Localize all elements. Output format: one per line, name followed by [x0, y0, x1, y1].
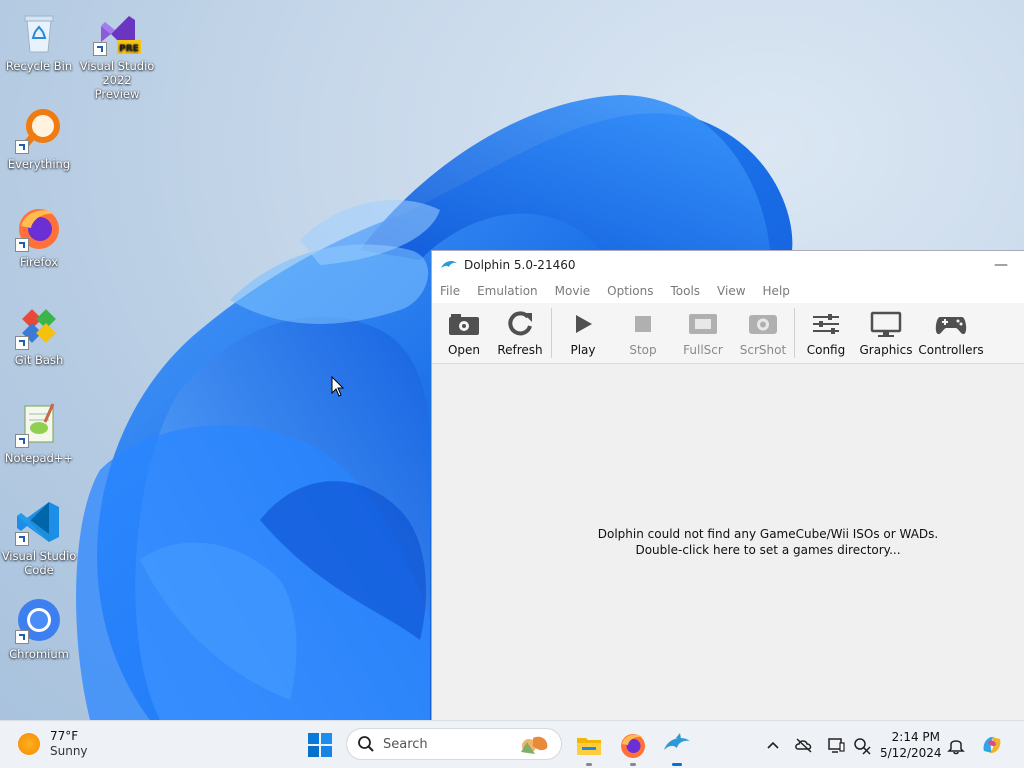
running-indicator [630, 763, 636, 766]
shortcut-arrow-icon [93, 42, 107, 56]
desktop-icon-vscode[interactable]: Visual Studio Code [1, 498, 77, 577]
empty-message-line1: Dolphin could not find any GameCube/Wii … [597, 527, 939, 541]
tray-chevron-up-icon[interactable] [763, 735, 783, 755]
running-indicator [672, 763, 682, 766]
menu-movie[interactable]: Movie [555, 284, 591, 298]
config-button[interactable]: Config [796, 303, 856, 363]
file-explorer-icon [577, 738, 601, 755]
fullscreen-icon [689, 314, 717, 334]
open-icon [449, 314, 479, 335]
toolbar-separator [794, 308, 795, 358]
desktop-icon-recycle-bin[interactable]: Recycle Bin [1, 8, 77, 73]
play-button[interactable]: Play [553, 303, 613, 363]
search-placeholder: Search [383, 736, 428, 752]
taskbar-search[interactable]: Search [346, 728, 562, 760]
toolbar-separator [551, 308, 552, 358]
minimize-button[interactable]: — [978, 251, 1024, 279]
sun-icon [18, 733, 40, 755]
taskbar: 77°F Sunny Search 2:14 PM 5/12/2024 [0, 720, 1024, 768]
desktop-icon-notepadpp[interactable]: Notepad++ [1, 400, 77, 465]
mouse-cursor-icon [331, 376, 345, 397]
refresh-button[interactable]: Refresh [490, 303, 550, 363]
clock-date: 5/12/2024 [880, 746, 942, 760]
weather-condition: Sunny [50, 744, 88, 758]
desktop-icon-chromium[interactable]: Chromium [1, 596, 77, 661]
menu-file[interactable]: File [440, 284, 460, 298]
weather-temp: 77°F [50, 729, 79, 743]
game-list-empty-area[interactable]: Dolphin could not find any GameCube/Wii … [432, 364, 1024, 720]
stop-button[interactable]: Stop [613, 303, 673, 363]
taskbar-file-explorer[interactable] [574, 730, 604, 766]
desktop-icon-git-bash[interactable]: Git Bash [1, 302, 77, 367]
menu-tools[interactable]: Tools [670, 284, 700, 298]
open-button[interactable]: Open [434, 303, 494, 363]
graphics-icon [870, 311, 902, 337]
menu-options[interactable]: Options [607, 284, 653, 298]
screenshot-button[interactable]: ScrShot [733, 303, 793, 363]
shortcut-arrow-icon [15, 630, 29, 644]
taskbar-dolphin[interactable] [662, 730, 692, 766]
taskbar-firefox[interactable] [618, 730, 648, 766]
running-indicator [586, 763, 592, 766]
toolbar: Open Refresh Play Stop FullScr ScrShot C… [432, 303, 1024, 364]
menu-emulation[interactable]: Emulation [477, 284, 538, 298]
controllers-button[interactable]: Controllers [916, 303, 986, 363]
menu-view[interactable]: View [717, 284, 745, 298]
start-button[interactable] [307, 732, 333, 758]
play-icon [576, 315, 592, 333]
shortcut-arrow-icon [15, 434, 29, 448]
config-icon [813, 314, 839, 334]
desktop-icon-firefox[interactable]: Firefox [1, 204, 77, 269]
fullscreen-button[interactable]: FullScr [673, 303, 733, 363]
title-bar[interactable]: Dolphin 5.0-21460 — [432, 251, 1024, 279]
graphics-button[interactable]: Graphics [856, 303, 916, 363]
stop-icon [635, 316, 651, 332]
refresh-icon [508, 311, 532, 336]
display-icon[interactable] [826, 735, 846, 755]
search-icon [358, 736, 374, 752]
network-disconnected-icon[interactable] [852, 735, 872, 755]
weather-widget[interactable]: 77°F Sunny [18, 729, 88, 759]
dolphin-window: Dolphin 5.0-21460 — File Emulation Movie… [431, 250, 1024, 720]
controllers-icon [935, 317, 967, 335]
recycle-bin-icon [24, 15, 54, 53]
dolphin-app-icon [441, 260, 457, 268]
notification-bell-icon[interactable] [946, 735, 966, 755]
desktop-icon-visual-studio-preview[interactable]: PRE Visual Studio 2022 Preview [79, 8, 155, 101]
onedrive-offline-icon[interactable] [794, 735, 814, 755]
system-clock[interactable]: 2:14 PM 5/12/2024 [880, 729, 942, 761]
menu-bar: File Emulation Movie Options Tools View … [432, 279, 1024, 303]
window-title: Dolphin 5.0-21460 [464, 258, 576, 272]
copilot-icon[interactable] [980, 733, 1004, 757]
screenshot-icon [749, 315, 777, 334]
firefox-icon [621, 734, 645, 758]
shortcut-arrow-icon [15, 336, 29, 350]
shortcut-arrow-icon [15, 532, 29, 546]
shortcut-arrow-icon [15, 140, 29, 154]
clock-time: 2:14 PM [891, 730, 940, 744]
shortcut-arrow-icon [15, 238, 29, 252]
desktop-icon-everything[interactable]: Everything [1, 106, 77, 171]
dolphin-icon [664, 733, 690, 750]
menu-help[interactable]: Help [763, 284, 790, 298]
pre-badge: PRE [119, 44, 139, 54]
empty-message-line2: Double-click here to set a games directo… [635, 543, 901, 557]
search-highlight-icon [521, 736, 548, 754]
